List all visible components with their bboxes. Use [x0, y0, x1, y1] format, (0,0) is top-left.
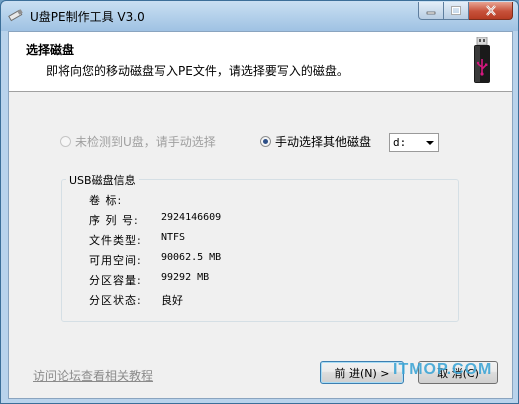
- window-title: U盘PE制作工具 V3.0: [30, 10, 145, 24]
- close-icon: [485, 5, 496, 16]
- drive-select[interactable]: d:: [389, 133, 439, 152]
- minimize-button[interactable]: [418, 2, 444, 20]
- info-label: 序 列 号:: [89, 214, 139, 227]
- dialog-client: 选择磁盘 即将向您的移动磁盘写入PE文件，请选择要写入的磁盘。 未检测到U盘，请…: [8, 31, 513, 399]
- close-button[interactable]: [469, 2, 513, 20]
- manual-select-label[interactable]: 手动选择其他磁盘: [275, 133, 371, 150]
- info-label: 分区状态:: [89, 294, 142, 307]
- title-bar[interactable]: U盘PE制作工具 V3.0: [1, 1, 518, 30]
- info-label: 卷 标:: [89, 194, 123, 207]
- info-value: 90062.5 MB: [161, 252, 222, 263]
- maximize-icon: [451, 6, 461, 15]
- info-label: 分区容量:: [89, 274, 142, 287]
- auto-detect-radio: [60, 135, 71, 147]
- site-watermark: ITMOP.COM: [393, 361, 493, 378]
- app-window: U盘PE制作工具 V3.0 选择磁盘 即将向您的移动磁盘写入PE文件，请选择要写…: [0, 0, 519, 404]
- drive-select-value: d:: [393, 136, 407, 149]
- usb-info-group-title: USB磁盘信息: [66, 172, 139, 188]
- minimize-icon: [426, 11, 436, 14]
- manual-select-radio[interactable]: [260, 135, 271, 147]
- manual-select-option[interactable]: 手动选择其他磁盘: [260, 132, 371, 150]
- auto-detect-label: 未检测到U盘，请手动选择: [75, 134, 216, 149]
- wizard-header: 选择磁盘 即将向您的移动磁盘写入PE文件，请选择要写入的磁盘。: [9, 32, 512, 92]
- page-title: 选择磁盘: [26, 43, 75, 57]
- info-value: 99292 MB: [161, 272, 210, 283]
- next-button[interactable]: 前 进(N) >: [320, 361, 404, 384]
- window-controls: [418, 2, 513, 21]
- info-label: 可用空间:: [89, 254, 142, 267]
- chevron-down-icon[interactable]: [426, 141, 434, 145]
- auto-detect-option: 未检测到U盘，请手动选择: [60, 132, 216, 150]
- info-value: 良好: [161, 294, 183, 307]
- app-icon: [8, 9, 23, 22]
- forum-tutorial-link[interactable]: 访问论坛查看相关教程: [33, 367, 153, 384]
- maximize-button[interactable]: [444, 2, 469, 20]
- info-value: NTFS: [161, 232, 186, 243]
- usb-drive-icon: [474, 37, 490, 83]
- info-label: 文件类型:: [89, 234, 142, 247]
- info-value: 2924146609: [161, 212, 222, 223]
- page-subtitle: 即将向您的移动磁盘写入PE文件，请选择要写入的磁盘。: [46, 64, 349, 78]
